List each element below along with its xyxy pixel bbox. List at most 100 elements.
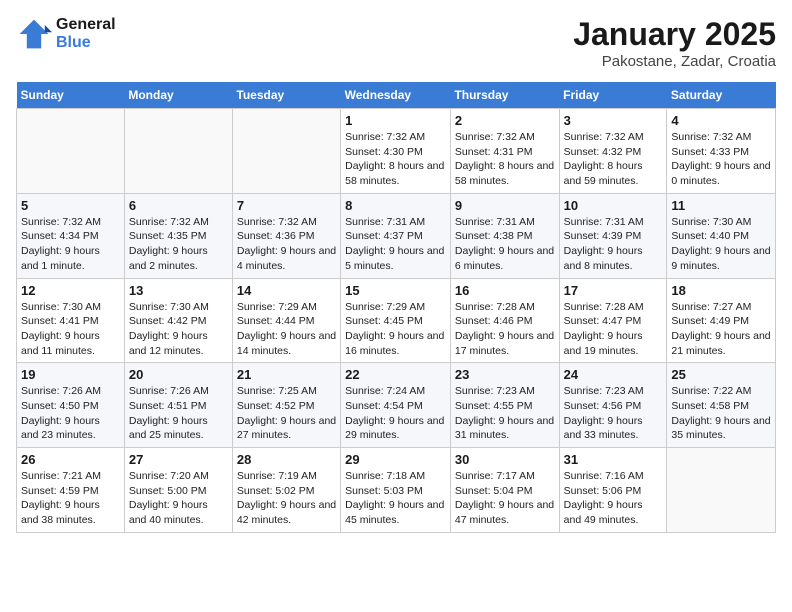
day-info: Sunrise: 7:31 AM Sunset: 4:38 PM Dayligh… — [455, 215, 555, 274]
calendar-cell: 29 Sunrise: 7:18 AM Sunset: 5:03 PM Dayli… — [341, 448, 451, 533]
day-number: 24 — [564, 367, 663, 382]
calendar-cell: 5Sunrise: 7:32 AM Sunset: 4:34 PM Daylig… — [17, 193, 125, 278]
day-info: Sunrise: 7:32 AM Sunset: 4:36 PM Dayligh… — [237, 215, 336, 274]
day-number: 4 — [671, 113, 771, 128]
calendar-cell: 25 Sunrise: 7:22 AM Sunset: 4:58 PM Dayli… — [667, 363, 776, 448]
day-info: Sunrise: 7:28 AM Sunset: 4:46 PM Dayligh… — [455, 300, 555, 359]
day-info: Sunrise: 7:23 AM Sunset: 4:55 PM Dayligh… — [455, 384, 555, 443]
page-header: General Blue January 2025 Pakostane, Zad… — [16, 16, 776, 70]
calendar-cell: 1 Sunrise: 7:32 AM Sunset: 4:30 PM Daylig… — [341, 109, 451, 194]
day-number: 23 — [455, 367, 555, 382]
calendar-cell: 2Sunrise: 7:32 AM Sunset: 4:31 PM Daylig… — [450, 109, 559, 194]
day-number: 5 — [21, 198, 120, 213]
day-number: 29 — [345, 452, 446, 467]
day-info: Sunrise: 7:23 AM Sunset: 4:56 PM Dayligh… — [564, 384, 663, 443]
day-info: Sunrise: 7:18 AM Sunset: 5:03 PM Dayligh… — [345, 469, 446, 528]
calendar-cell: 9 Sunrise: 7:31 AM Sunset: 4:38 PM Daylig… — [450, 193, 559, 278]
day-number: 3 — [564, 113, 663, 128]
day-number: 8 — [345, 198, 446, 213]
calendar-cell: 16 Sunrise: 7:28 AM Sunset: 4:46 PM Dayli… — [450, 278, 559, 363]
day-number: 17 — [564, 283, 663, 298]
calendar-cell: 11 Sunrise: 7:30 AM Sunset: 4:40 PM Dayli… — [667, 193, 776, 278]
calendar-cell: 30 Sunrise: 7:17 AM Sunset: 5:04 PM Dayli… — [450, 448, 559, 533]
day-info: Sunrise: 7:24 AM Sunset: 4:54 PM Dayligh… — [345, 384, 446, 443]
calendar: SundayMondayTuesdayWednesdayThursdayFrid… — [16, 82, 776, 533]
title-block: January 2025 Pakostane, Zadar, Croatia — [573, 16, 776, 70]
day-info: Sunrise: 7:22 AM Sunset: 4:58 PM Dayligh… — [671, 384, 771, 443]
day-info: Sunrise: 7:32 AM Sunset: 4:35 PM Dayligh… — [129, 215, 228, 274]
day-number: 6 — [129, 198, 228, 213]
day-number: 15 — [345, 283, 446, 298]
weekday-header: Wednesday — [341, 82, 451, 109]
weekday-header: Friday — [559, 82, 667, 109]
day-info: Sunrise: 7:16 AM Sunset: 5:06 PM Dayligh… — [564, 469, 663, 528]
calendar-cell: 18Sunrise: 7:27 AM Sunset: 4:49 PM Dayli… — [667, 278, 776, 363]
day-info: Sunrise: 7:30 AM Sunset: 4:42 PM Dayligh… — [129, 300, 228, 359]
calendar-cell: 31 Sunrise: 7:16 AM Sunset: 5:06 PM Dayli… — [559, 448, 667, 533]
day-number: 1 — [345, 113, 446, 128]
day-number: 31 — [564, 452, 663, 467]
calendar-cell: 22 Sunrise: 7:24 AM Sunset: 4:54 PM Dayli… — [341, 363, 451, 448]
calendar-week-row: 5Sunrise: 7:32 AM Sunset: 4:34 PM Daylig… — [17, 193, 776, 278]
calendar-cell: 17Sunrise: 7:28 AM Sunset: 4:47 PM Dayli… — [559, 278, 667, 363]
day-info: Sunrise: 7:27 AM Sunset: 4:49 PM Dayligh… — [671, 300, 771, 359]
location: Pakostane, Zadar, Croatia — [573, 53, 776, 70]
weekday-header: Tuesday — [232, 82, 340, 109]
calendar-cell: 7 Sunrise: 7:32 AM Sunset: 4:36 PM Daylig… — [232, 193, 340, 278]
day-number: 22 — [345, 367, 446, 382]
day-info: Sunrise: 7:30 AM Sunset: 4:41 PM Dayligh… — [21, 300, 120, 359]
calendar-cell: 15 Sunrise: 7:29 AM Sunset: 4:45 PM Dayli… — [341, 278, 451, 363]
weekday-header: Monday — [124, 82, 232, 109]
day-info: Sunrise: 7:32 AM Sunset: 4:33 PM Dayligh… — [671, 130, 771, 189]
day-number: 14 — [237, 283, 336, 298]
calendar-cell: 12 Sunrise: 7:30 AM Sunset: 4:41 PM Dayli… — [17, 278, 125, 363]
calendar-cell: 14 Sunrise: 7:29 AM Sunset: 4:44 PM Dayli… — [232, 278, 340, 363]
weekday-header: Thursday — [450, 82, 559, 109]
calendar-cell: 24 Sunrise: 7:23 AM Sunset: 4:56 PM Dayli… — [559, 363, 667, 448]
calendar-cell: 28 Sunrise: 7:19 AM Sunset: 5:02 PM Dayli… — [232, 448, 340, 533]
day-number: 9 — [455, 198, 555, 213]
day-info: Sunrise: 7:21 AM Sunset: 4:59 PM Dayligh… — [21, 469, 120, 528]
calendar-cell: 10Sunrise: 7:31 AM Sunset: 4:39 PM Dayli… — [559, 193, 667, 278]
day-number: 30 — [455, 452, 555, 467]
day-number: 21 — [237, 367, 336, 382]
calendar-cell: 3 Sunrise: 7:32 AM Sunset: 4:32 PM Daylig… — [559, 109, 667, 194]
day-info: Sunrise: 7:29 AM Sunset: 4:45 PM Dayligh… — [345, 300, 446, 359]
day-info: Sunrise: 7:31 AM Sunset: 4:37 PM Dayligh… — [345, 215, 446, 274]
calendar-week-row: 19Sunrise: 7:26 AM Sunset: 4:50 PM Dayli… — [17, 363, 776, 448]
day-number: 2 — [455, 113, 555, 128]
calendar-cell — [667, 448, 776, 533]
day-info: Sunrise: 7:25 AM Sunset: 4:52 PM Dayligh… — [237, 384, 336, 443]
day-info: Sunrise: 7:31 AM Sunset: 4:39 PM Dayligh… — [564, 215, 663, 274]
day-number: 16 — [455, 283, 555, 298]
day-info: Sunrise: 7:32 AM Sunset: 4:32 PM Dayligh… — [564, 130, 663, 189]
logo: General Blue — [16, 16, 116, 52]
weekday-header-row: SundayMondayTuesdayWednesdayThursdayFrid… — [17, 82, 776, 109]
weekday-header: Saturday — [667, 82, 776, 109]
calendar-cell: 20 Sunrise: 7:26 AM Sunset: 4:51 PM Dayli… — [124, 363, 232, 448]
day-info: Sunrise: 7:29 AM Sunset: 4:44 PM Dayligh… — [237, 300, 336, 359]
day-number: 7 — [237, 198, 336, 213]
day-info: Sunrise: 7:26 AM Sunset: 4:51 PM Dayligh… — [129, 384, 228, 443]
calendar-cell: 6 Sunrise: 7:32 AM Sunset: 4:35 PM Daylig… — [124, 193, 232, 278]
calendar-cell: 27 Sunrise: 7:20 AM Sunset: 5:00 PM Dayli… — [124, 448, 232, 533]
day-number: 13 — [129, 283, 228, 298]
calendar-cell: 23 Sunrise: 7:23 AM Sunset: 4:55 PM Dayli… — [450, 363, 559, 448]
day-number: 20 — [129, 367, 228, 382]
day-number: 11 — [671, 198, 771, 213]
day-info: Sunrise: 7:32 AM Sunset: 4:30 PM Dayligh… — [345, 130, 446, 189]
day-number: 27 — [129, 452, 228, 467]
day-info: Sunrise: 7:30 AM Sunset: 4:40 PM Dayligh… — [671, 215, 771, 274]
logo-icon — [16, 16, 52, 52]
day-info: Sunrise: 7:26 AM Sunset: 4:50 PM Dayligh… — [21, 384, 120, 443]
day-number: 25 — [671, 367, 771, 382]
day-number: 12 — [21, 283, 120, 298]
calendar-cell: 13 Sunrise: 7:30 AM Sunset: 4:42 PM Dayli… — [124, 278, 232, 363]
calendar-week-row: 1 Sunrise: 7:32 AM Sunset: 4:30 PM Daylig… — [17, 109, 776, 194]
day-number: 28 — [237, 452, 336, 467]
day-info: Sunrise: 7:20 AM Sunset: 5:00 PM Dayligh… — [129, 469, 228, 528]
day-info: Sunrise: 7:17 AM Sunset: 5:04 PM Dayligh… — [455, 469, 555, 528]
day-info: Sunrise: 7:19 AM Sunset: 5:02 PM Dayligh… — [237, 469, 336, 528]
day-number: 26 — [21, 452, 120, 467]
calendar-cell — [17, 109, 125, 194]
